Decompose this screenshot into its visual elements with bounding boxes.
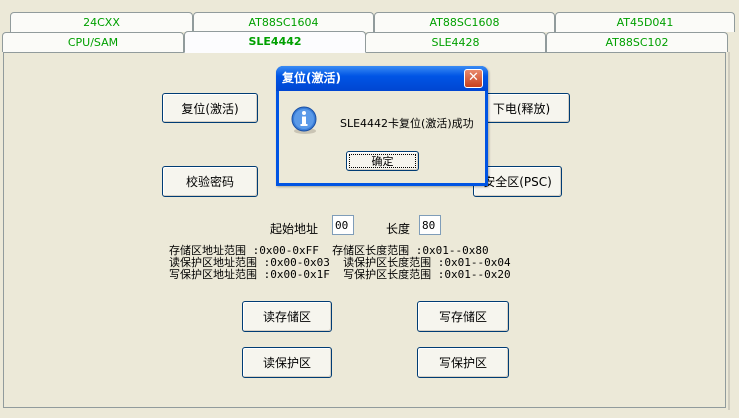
tab-at45d041[interactable]: AT45D041 — [555, 12, 735, 32]
write-protect-range-info: 写保护区地址范围 :0x00-0x1F 写保护区长度范围 :0x01--0x20 — [169, 268, 511, 281]
tab-cpu-sam[interactable]: CPU/SAM — [2, 32, 184, 52]
read-memory-button[interactable]: 读存储区 — [242, 301, 332, 332]
dialog-message: SLE4442卡复位(激活)成功 — [340, 117, 474, 130]
reset-button[interactable]: 复位(激活) — [162, 93, 258, 123]
tab-sle4442[interactable]: SLE4442 — [184, 31, 366, 53]
tab-24cxx[interactable]: 24CXX — [10, 12, 193, 32]
tab-at88sc1608[interactable]: AT88SC1608 — [374, 12, 555, 32]
start-address-input[interactable] — [332, 215, 354, 235]
message-dialog: 复位(激活) ✕ SLE4442卡复位(激活)成功 确定 — [276, 66, 488, 186]
write-memory-button[interactable]: 写存储区 — [417, 301, 509, 332]
dialog-titlebar[interactable]: 复位(激活) ✕ — [276, 66, 488, 91]
length-input[interactable] — [419, 215, 441, 235]
dialog-body: SLE4442卡复位(激活)成功 确定 — [279, 91, 485, 183]
read-protect-button[interactable]: 读保护区 — [242, 347, 332, 378]
ok-button[interactable]: 确定 — [346, 151, 419, 171]
write-protect-button[interactable]: 写保护区 — [417, 347, 509, 378]
panel-shadow — [728, 52, 730, 410]
dialog-title: 复位(激活) — [282, 71, 341, 85]
info-icon — [291, 106, 317, 134]
tab-sle4428[interactable]: SLE4428 — [365, 32, 546, 52]
close-icon[interactable]: ✕ — [464, 69, 483, 88]
verify-password-button[interactable]: 校验密码 — [162, 166, 258, 197]
tab-at88sc1604[interactable]: AT88SC1604 — [193, 12, 374, 32]
length-label: 长度 — [386, 222, 411, 236]
tab-at88sc102[interactable]: AT88SC102 — [546, 32, 728, 52]
start-address-label: 起始地址 — [270, 222, 319, 236]
